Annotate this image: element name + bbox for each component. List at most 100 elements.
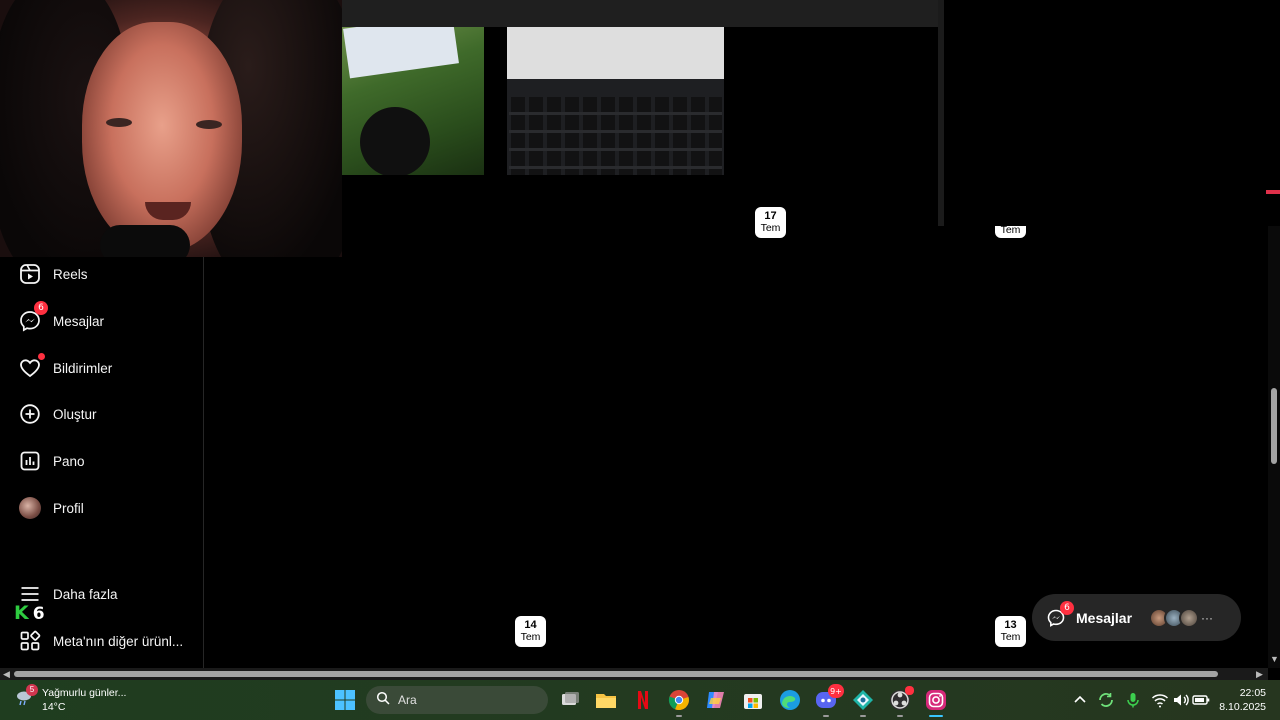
sidebar-item-label: Profil [53,500,84,516]
sidebar-item-label: Oluştur [53,406,97,422]
clock-date: 8.10.2025 [1219,701,1266,713]
avatar [19,497,41,519]
apps-grid-icon [18,629,42,653]
messages-float-button[interactable]: 6 Mesajlar ··· [1032,594,1241,641]
date-chip-day: 14 [524,619,537,631]
k6-logo-k: K [14,602,29,624]
microphone-icon[interactable] [1123,688,1147,712]
running-indicator [860,715,866,717]
sidebar-item-messages[interactable]: 6 Mesajlar [18,301,105,334]
date-chip: 17 Tem [755,207,786,238]
sidebar-item-reels[interactable]: Reels [18,261,88,287]
webcam-overlay [0,0,342,257]
dashboard-icon [18,449,42,473]
messenger-icon: 6 [18,301,48,333]
date-chip-month: Tem [520,631,541,643]
video-panel-accent [1266,190,1280,194]
video-panel[interactable] [938,0,1280,226]
scroll-right-arrow-icon[interactable]: ▶ [1256,668,1263,680]
date-chip-month: Tem [1000,226,1021,236]
weather-temp: 14°C [42,701,66,713]
thumbnail-laptop-screen [507,27,724,79]
content-top-bar [342,0,938,27]
weather-widget[interactable]: 5 Yağmurlu günler... 14°C [14,684,127,714]
sidebar-item-label: Meta'nın diğer ürünl... [53,633,184,649]
discord-icon[interactable]: 9+ [814,684,844,717]
weather-badge: 5 [26,684,38,696]
date-chip-day: 17 [764,210,777,222]
chevron-up-icon[interactable] [1070,688,1094,712]
scroll-down-arrow-icon[interactable]: ▼ [1270,654,1279,664]
sidebar-item-label: Pano [53,453,85,469]
k6-logo: K6 [14,602,45,624]
reels-icon [18,262,42,286]
more-dots-icon: ··· [1201,611,1213,625]
recording-dot [905,686,914,695]
messages-float-label: Mesajlar [1076,609,1133,626]
taskbar-clock[interactable]: 22:05 8.10.2025 [1216,686,1266,714]
sidebar-item-label: Mesajlar [53,313,105,329]
vertical-scrollbar[interactable]: ▼ [1268,226,1280,668]
sidebar-item-label: Daha fazla [53,586,118,602]
running-indicator [823,715,829,717]
clock-time: 22:05 [1239,687,1266,699]
netflix-icon[interactable] [631,688,655,712]
discord-badge: 9+ [828,684,844,698]
sidebar-item-label: Bildirimler [53,360,113,376]
store-icon[interactable] [741,688,765,712]
thumbnail-paper [343,27,459,79]
heart-icon [18,353,45,380]
date-chip-day: 13 [1004,619,1017,631]
battery-icon[interactable] [1191,688,1215,712]
obs-icon[interactable] [888,686,914,717]
horizontal-scrollbar[interactable]: ◀ ▶ [0,668,1268,680]
chrome-icon[interactable] [667,688,691,717]
taskbar-search[interactable]: Ara [366,686,548,714]
webcam-microphone [100,225,190,257]
thumbnail-dark-object [360,107,430,175]
search-icon [376,691,390,710]
sidebar-item-meta-products[interactable]: Meta'nın diğer ürünl... [18,628,183,654]
instagram-icon[interactable] [924,688,948,717]
sidebar-item-create[interactable]: Oluştur [18,401,97,427]
active-indicator [929,715,943,717]
thumbnail-keyboard-rows [509,97,722,175]
edge-icon[interactable] [778,688,802,712]
post-thumbnail-grass[interactable] [342,27,484,175]
webcam-eye-right [196,120,222,129]
weather-title: Yağmurlu günler... [42,687,127,699]
file-explorer-icon[interactable] [594,688,618,712]
running-indicator [676,715,682,717]
conversation-avatars: ··· [1149,608,1213,628]
k6-logo-six: 6 [32,604,45,624]
date-chip: 13 Tem [995,616,1026,647]
sidebar-item-dashboard[interactable]: Pano [18,448,85,474]
task-view-icon[interactable] [558,688,582,712]
scroll-left-arrow-icon[interactable]: ◀ [3,668,10,680]
plus-square-icon [18,402,42,426]
windows-taskbar: 5 Yağmurlu günler... 14°C Ara 9+ 22:05 8… [0,680,1280,720]
unread-badge: 6 [34,301,48,315]
search-label: Ara [398,693,417,707]
sync-icon[interactable] [1096,688,1120,712]
sidebar-item-profile[interactable]: Profil [18,495,84,521]
date-chip: 14 Tem [515,616,546,647]
copilot-icon[interactable] [704,688,728,712]
notification-dot [38,353,45,360]
post-thumbnail-laptop[interactable] [507,27,724,175]
messenger-icon: 6 [1046,600,1074,628]
rain-cloud-icon: 5 [14,684,38,708]
sidebar-item-notifications[interactable]: Bildirimler [18,353,113,381]
gamebar-icon[interactable] [851,688,875,717]
date-chip: Tem [995,226,1026,238]
vertical-scroll-thumb[interactable] [1271,388,1277,464]
windows-start-icon[interactable] [333,688,357,712]
unread-badge: 6 [1060,600,1074,615]
webcam-eye-left [106,118,132,127]
horizontal-scroll-thumb[interactable] [14,671,1218,677]
running-indicator [897,715,903,717]
avatar [1179,608,1199,628]
date-chip-month: Tem [760,222,781,234]
avatar-wrapper [18,496,42,520]
sidebar-item-label: Reels [53,266,88,282]
